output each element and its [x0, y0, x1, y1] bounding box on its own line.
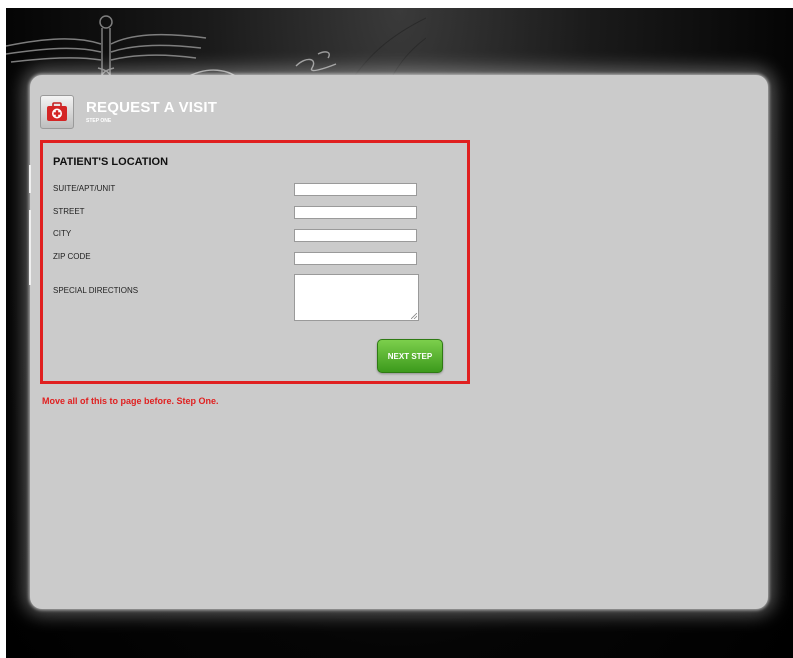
resize-grip-icon[interactable]	[411, 313, 417, 319]
panel-edge-mark	[29, 165, 31, 193]
zip-label: ZIP CODE	[53, 252, 91, 261]
city-input[interactable]	[294, 229, 417, 242]
city-label: CITY	[53, 229, 72, 238]
patient-location-form: PATIENT'S LOCATION SUITE/APT/UNIT STREET…	[40, 140, 470, 384]
next-step-button[interactable]: NEXT STEP	[377, 339, 443, 373]
street-label: STREET	[53, 207, 85, 216]
medical-kit-icon	[40, 95, 74, 129]
suite-input[interactable]	[294, 183, 417, 196]
special-directions-label: SPECIAL DIRECTIONS	[53, 286, 139, 295]
step-subtitle: STEP ONE	[86, 118, 112, 124]
form-heading: PATIENT'S LOCATION	[53, 156, 169, 168]
page-backdrop: REQUEST A VISIT STEP ONE PATIENT'S LOCAT…	[6, 8, 793, 658]
main-panel: REQUEST A VISIT STEP ONE PATIENT'S LOCAT…	[29, 75, 768, 609]
suite-label: SUITE/APT/UNIT	[53, 184, 116, 193]
street-input[interactable]	[294, 206, 417, 219]
review-note: Move all of this to page before. Step On…	[42, 396, 219, 406]
panel-edge-mark	[29, 210, 31, 285]
special-directions-textarea[interactable]	[294, 274, 419, 321]
page-title: REQUEST A VISIT	[86, 99, 218, 116]
zip-input[interactable]	[294, 252, 417, 265]
